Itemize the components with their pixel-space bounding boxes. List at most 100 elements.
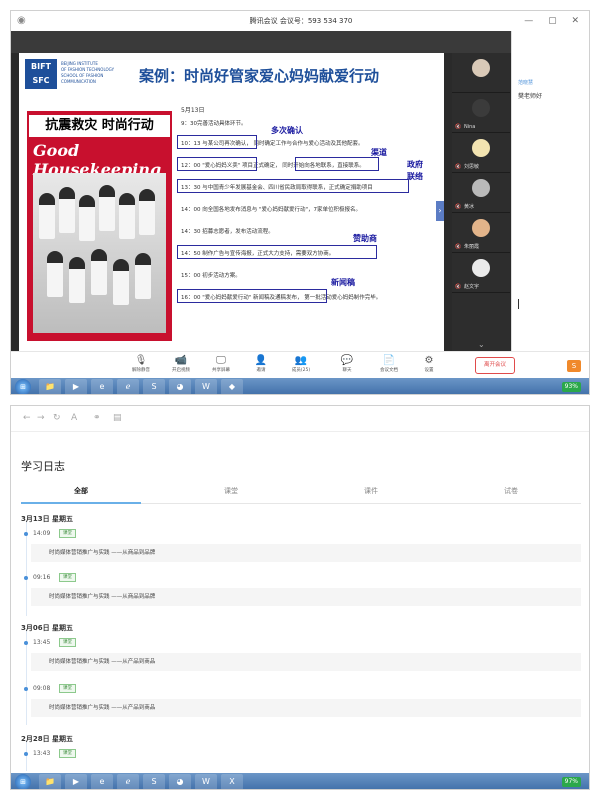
- start-button[interactable]: ⊞: [15, 379, 31, 394]
- log-entry[interactable]: 时尚媒体营销推广与实践 ——从商品到品牌: [31, 544, 581, 562]
- timeline-dot: [24, 576, 28, 580]
- annotation-text: 新闻稿: [331, 278, 355, 287]
- gear-icon: ⚙: [424, 355, 434, 366]
- participant-tile[interactable]: 🔇 朱丽霞: [452, 213, 510, 253]
- video-button[interactable]: 📹 开启视频: [163, 354, 199, 373]
- slide-title: 案例：时尚好管家爱心妈妈献爱行动: [139, 67, 380, 85]
- explorer-icon[interactable]: 📁: [39, 379, 61, 394]
- explorer-icon[interactable]: 📁: [39, 774, 61, 789]
- avatar: [472, 259, 490, 277]
- timeline-dot: [24, 687, 28, 691]
- participant-tile[interactable]: 🔇 赵文宇: [452, 253, 510, 293]
- ie-icon[interactable]: ℯ: [117, 379, 139, 394]
- active-tab-indicator: [21, 502, 141, 504]
- mic-muted-icon: 🔇: [455, 164, 462, 170]
- mic-muted-icon: 🔇: [455, 284, 462, 290]
- slide-line: 15：00 初步活动方案。: [181, 273, 241, 279]
- mic-muted-icon: 🔇: [455, 204, 462, 210]
- mic-muted-icon: 🔇: [455, 124, 462, 130]
- settings-button[interactable]: ⚙ 设置: [411, 354, 447, 373]
- annotation-text: 联络: [407, 172, 423, 181]
- word-icon[interactable]: W: [195, 774, 217, 789]
- forward-icon[interactable]: →: [37, 413, 45, 423]
- presentation-slide: BIFT SFC BEIJING INSTITUTE OF FASHION TE…: [19, 53, 444, 351]
- chat-input[interactable]: [518, 299, 519, 309]
- mute-button[interactable]: 🎙 解除静音: [123, 354, 159, 373]
- tab-all[interactable]: 全部: [21, 486, 141, 496]
- font-icon[interactable]: A: [71, 413, 77, 423]
- media-player-icon[interactable]: ▶: [65, 774, 87, 789]
- log-time: 14:09: [33, 530, 51, 537]
- calendar-icon[interactable]: ▤: [113, 413, 122, 423]
- browser-icon[interactable]: e: [91, 379, 113, 394]
- browser-toolbar: ← → ↻ A ⚭ ▤: [11, 406, 589, 432]
- app-icon[interactable]: S: [143, 774, 165, 789]
- tab-exam[interactable]: 试卷: [441, 486, 581, 496]
- refresh-icon[interactable]: ↻: [53, 413, 61, 423]
- wechat-icon[interactable]: ◕: [169, 379, 191, 394]
- media-player-icon[interactable]: ▶: [65, 379, 87, 394]
- video-off-icon: 📹: [174, 355, 188, 366]
- log-date: 2月28日 星期五: [21, 735, 74, 743]
- back-icon[interactable]: ←: [23, 413, 31, 423]
- log-entry[interactable]: 时尚媒体营销推广与实践 ——从产品到商品: [31, 699, 581, 717]
- window-controls[interactable]: — ▢ ✕: [524, 11, 585, 31]
- highlight-box: [177, 245, 377, 259]
- start-button[interactable]: ⊞: [15, 774, 31, 789]
- wechat-icon[interactable]: ◕: [169, 774, 191, 789]
- slide-date: 5月13日: [181, 107, 205, 114]
- meeting-title: 腾讯会议 会议号：593 534 370: [249, 17, 353, 25]
- participant-list: 🔇 Nina 🔇 刘思敏 🔇 黄冰 🔇 朱丽霞 🔇 赵文宇 ⌄: [452, 53, 510, 351]
- log-badge: 课堂: [59, 573, 76, 582]
- invite-icon: 👤: [254, 355, 268, 366]
- highlight-box: [295, 157, 379, 171]
- slide-line: 9：30完善活动具体环节。: [181, 121, 247, 127]
- tab-class[interactable]: 课堂: [161, 486, 301, 496]
- log-date: 3月06日 星期五: [21, 624, 74, 632]
- system-tray: 97%: [561, 775, 585, 789]
- stage-top-bar: ⤢: [11, 31, 551, 53]
- meeting-app-icon[interactable]: ◆: [221, 379, 243, 394]
- chat-button[interactable]: 💬 聊天: [329, 354, 365, 373]
- log-entry[interactable]: 时尚媒体营销推广与实践 ——从产品到商品: [31, 653, 581, 671]
- avatar: [472, 59, 490, 77]
- page-title: 学习日志: [21, 460, 65, 473]
- word-icon[interactable]: W: [195, 379, 217, 394]
- excel-icon[interactable]: X: [221, 774, 243, 789]
- annotation-text: 政府: [407, 160, 423, 169]
- participant-tile[interactable]: 🔇 刘思敏: [452, 133, 510, 173]
- filter-tabs: 全部 课堂 课件 试卷: [21, 484, 581, 504]
- battery-indicator: 97%: [561, 777, 581, 787]
- shared-screen-stage: ⤢ BIFT SFC BEIJING INSTITUTE OF FASHION …: [11, 31, 551, 351]
- battery-indicator: 93%: [561, 382, 581, 392]
- browser-icon[interactable]: e: [91, 774, 113, 789]
- meeting-logo-icon: ◉: [17, 15, 26, 26]
- app-icon[interactable]: S: [143, 379, 165, 394]
- slide-next-arrow-icon[interactable]: ›: [436, 201, 444, 221]
- annotation-text: 多次确认: [271, 126, 303, 135]
- participant-tile[interactable]: [452, 53, 510, 93]
- chevron-down-icon[interactable]: ⌄: [478, 340, 485, 349]
- link-icon[interactable]: ⚭: [93, 413, 101, 423]
- document-button[interactable]: 📄 会议文档: [371, 354, 407, 373]
- log-entry[interactable]: 时尚媒体营销推广与实践 ——从商品到品牌: [31, 588, 581, 606]
- tab-courseware[interactable]: 课件: [301, 486, 441, 496]
- participant-tile[interactable]: 🔇 黄冰: [452, 173, 510, 213]
- timeline-dot: [24, 532, 28, 536]
- document-icon: 📄: [382, 355, 396, 366]
- input-method-icon[interactable]: S: [567, 360, 581, 372]
- annotation-text: 赞助商: [353, 234, 377, 243]
- leave-meeting-button[interactable]: 离开会议: [475, 357, 515, 374]
- timeline-dot: [24, 752, 28, 756]
- log-time: 13:43: [33, 750, 51, 757]
- avatar: [472, 219, 490, 237]
- members-button[interactable]: 👥 成员(25): [283, 354, 319, 373]
- ie-icon[interactable]: ℯ: [117, 774, 139, 789]
- invite-button[interactable]: 👤 邀请: [243, 354, 279, 373]
- participant-tile[interactable]: 🔇 Nina: [452, 93, 510, 133]
- chat-sender: 范晓慧: [518, 80, 534, 86]
- share-screen-button[interactable]: 🖵 共享屏幕: [203, 354, 239, 373]
- school-name: BEIJING INSTITUTE OF FASHION TECHNOLOGY …: [61, 61, 115, 84]
- meeting-toolbar: 🎙 解除静音 📹 开启视频 🖵 共享屏幕 👤 邀请 👥 成员(25) 💬 聊天 …: [11, 351, 589, 378]
- chat-icon: 💬: [340, 355, 354, 366]
